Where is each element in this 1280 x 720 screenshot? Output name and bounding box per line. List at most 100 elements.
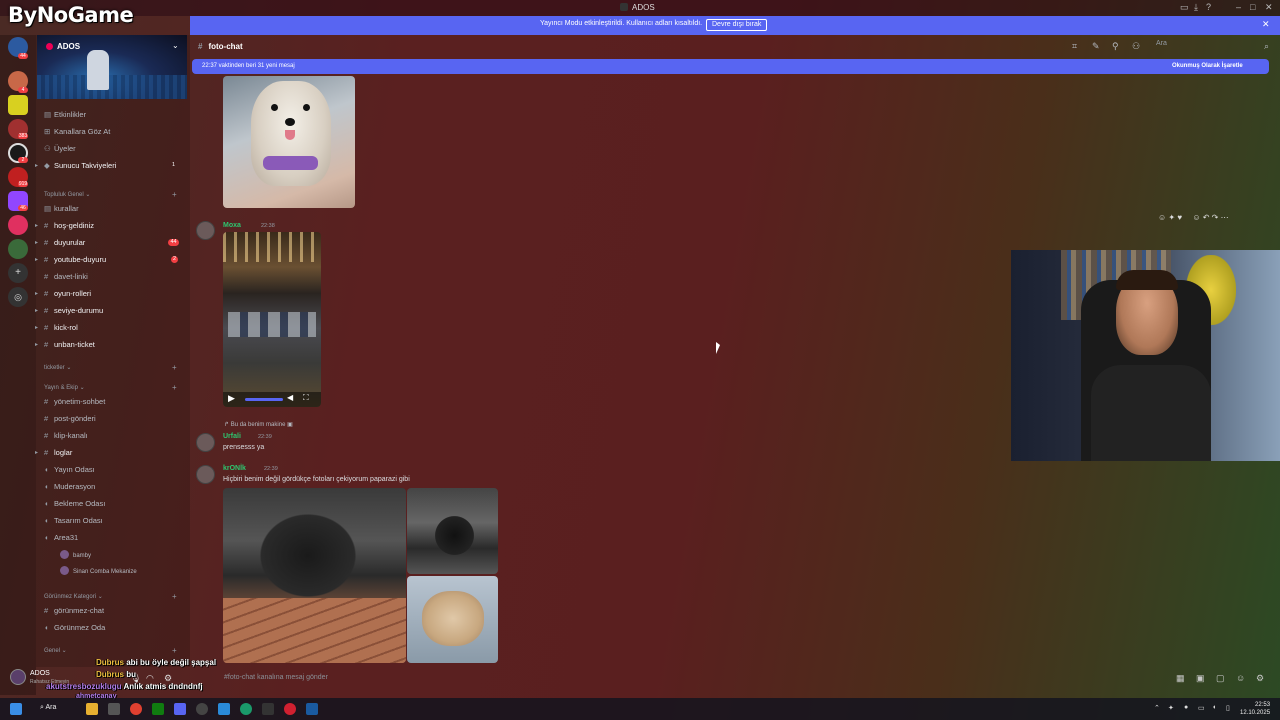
tray-icon[interactable]: ● — [1184, 704, 1188, 711]
close-window-button[interactable]: ✕ — [1265, 2, 1273, 13]
close-banner-icon[interactable]: ✕ — [1262, 19, 1270, 30]
server-name[interactable]: ADOS — [46, 42, 80, 51]
avatar[interactable] — [196, 465, 215, 484]
mark-as-read-button[interactable]: Okunmuş Olarak İşaretle — [1172, 63, 1243, 69]
message-input[interactable]: #foto-chat kanalına mesaj gönder — [224, 674, 328, 681]
channel-yonetim-sohbet[interactable]: # yönetim-sohbet — [44, 396, 105, 408]
network-icon[interactable]: ▭ — [1198, 704, 1205, 712]
play-icon[interactable]: ▶ — [228, 393, 235, 404]
channel-kick-rol[interactable]: ▸ # kick-rol — [35, 322, 78, 334]
app-icon[interactable] — [284, 703, 296, 715]
search-input[interactable]: Ara — [1148, 40, 1258, 52]
video-attachment[interactable]: ▶ ◀ ⛶ — [223, 232, 321, 407]
volume-icon[interactable]: ◀ — [287, 393, 293, 402]
notification-bell-icon[interactable]: ✎ — [1092, 41, 1100, 52]
category-topluluk[interactable]: Topluluk Genel ⌄ + — [44, 190, 177, 199]
channel-oyun-rolleri[interactable]: ▸ # oyun-rolleri — [35, 288, 91, 300]
add-channel-icon[interactable]: + — [172, 363, 177, 372]
add-server-icon[interactable]: + — [8, 263, 28, 283]
channel-duyurular[interactable]: ▸ # duyurular — [35, 237, 85, 249]
category-yayin-ekip[interactable]: Yayın & Ekip ⌄ + — [44, 383, 177, 392]
motorcycle-photo-attachment[interactable] — [407, 488, 498, 574]
members-list-icon[interactable]: ⚇ — [1132, 41, 1140, 52]
channel-hos-geldiniz[interactable]: ▸ # hoş-geldiniz — [35, 220, 94, 232]
video-progress[interactable] — [245, 398, 283, 401]
steam-icon[interactable] — [306, 703, 318, 715]
avatar[interactable] — [196, 221, 215, 240]
tray-chevron-icon[interactable]: ⌃ — [1154, 704, 1160, 712]
motorcycle-photo-attachment[interactable] — [223, 488, 406, 663]
xbox-icon[interactable] — [152, 703, 164, 715]
channel-unban-ticket[interactable]: ▸ # unban-ticket — [35, 339, 95, 351]
app-icon[interactable] — [196, 703, 208, 715]
voice-area31[interactable]: ◖ Area31 — [44, 532, 78, 544]
category-ticketler[interactable]: ticketler ⌄ + — [44, 363, 177, 372]
app-icon[interactable] — [262, 703, 274, 715]
message-author[interactable]: Moxa — [223, 222, 241, 229]
new-messages-bar[interactable]: 22:37 vaktinden beri 31 yeni mesaj Okunm… — [192, 59, 1269, 74]
inbox-icon[interactable]: ▭ — [1180, 2, 1189, 13]
category-gorunmez[interactable]: Görünmez Kategori ⌄ + — [44, 592, 177, 601]
folder-icon[interactable] — [86, 703, 98, 715]
cat-photo-attachment[interactable] — [407, 576, 498, 663]
more-options-icon[interactable]: ⋯ — [1221, 213, 1229, 222]
voice-gorunmez-oda[interactable]: ◖ Görünmez Oda — [44, 622, 105, 634]
reaction-emoji-icon[interactable]: ✦ — [1168, 213, 1175, 222]
sidebar-item-server-boosts[interactable]: ▸ ◆ Sunucu Takviyeleri — [35, 160, 116, 172]
whatsapp-icon[interactable] — [240, 703, 252, 715]
pin-icon[interactable]: ⚲ — [1112, 41, 1119, 52]
discord-icon[interactable] — [174, 703, 186, 715]
gift-icon[interactable]: ▦ — [1176, 673, 1185, 684]
voice-yayin-odasi[interactable]: ◖ Yayın Odası — [44, 464, 95, 476]
chrome-icon[interactable] — [130, 703, 142, 715]
channel-post-gonderi[interactable]: # post-gönderi — [44, 413, 96, 425]
help-icon[interactable]: ? — [1206, 2, 1211, 12]
avatar[interactable] — [196, 433, 215, 452]
channel-davet-linki[interactable]: # davet-linki — [44, 271, 88, 283]
add-channel-icon[interactable]: + — [172, 383, 177, 392]
voice-tasarim-odasi[interactable]: ◖ Tasarım Odası — [44, 515, 103, 527]
add-channel-icon[interactable]: + — [172, 592, 177, 601]
search-icon[interactable]: ⌕ — [1264, 41, 1269, 52]
disable-streamer-mode-button[interactable]: Devre dışı bırak — [706, 19, 768, 31]
message-composer[interactable]: #foto-chat kanalına mesaj gönder ▦ ▣ ▢ ☺… — [214, 668, 1274, 688]
add-channel-icon[interactable]: + — [172, 646, 177, 655]
channel-gorunmez-chat[interactable]: # görünmez-chat — [44, 605, 104, 617]
server-icon[interactable] — [8, 215, 28, 235]
volume-icon[interactable]: ◖ — [1212, 704, 1216, 711]
voice-user[interactable]: bamby — [60, 550, 91, 559]
voice-bekleme-odasi[interactable]: ◖ Bekleme Odası — [44, 498, 105, 510]
dog-photo-attachment[interactable] — [223, 76, 355, 208]
channel-klip-kanali[interactable]: # klip-kanalı — [44, 430, 88, 442]
reaction-emoji-icon[interactable]: ☺ — [1158, 213, 1166, 222]
battery-icon[interactable]: ▯ — [1226, 704, 1230, 712]
server-icon[interactable] — [8, 239, 28, 259]
add-channel-icon[interactable]: + — [172, 190, 177, 199]
voice-user[interactable]: Sinan Comba Mekanize — [60, 566, 137, 575]
emoji-icon[interactable]: ☺ — [1236, 673, 1245, 683]
download-icon[interactable]: ⤓ — [1194, 2, 1198, 13]
sidebar-item-events[interactable]: ▤ Etkinlikler — [44, 109, 86, 121]
add-reaction-icon[interactable]: ☺ — [1192, 213, 1200, 222]
voice-muderasyon[interactable]: ◖ Muderasyon — [44, 481, 95, 493]
minimize-button[interactable]: – — [1236, 2, 1241, 12]
chevron-down-icon[interactable]: ⌄ — [172, 41, 179, 50]
reply-icon[interactable]: ↶ — [1203, 213, 1210, 222]
gif-icon[interactable]: ▣ — [1196, 673, 1205, 684]
category-genel[interactable]: Genel ⌄ + — [44, 646, 177, 655]
message-author[interactable]: Urfali — [223, 433, 241, 440]
maximize-button[interactable]: □ — [1250, 2, 1255, 12]
sidebar-item-browse-channels[interactable]: ⊞ Kanallara Göz At — [44, 126, 110, 138]
tray-icon[interactable]: ✦ — [1168, 704, 1174, 712]
avatar[interactable] — [10, 669, 26, 685]
app-icon[interactable] — [218, 703, 230, 715]
taskbar-clock[interactable]: 22:53 12.10.2025 — [1240, 701, 1270, 717]
forward-icon[interactable]: ↷ — [1212, 213, 1219, 222]
app-icon[interactable] — [108, 703, 120, 715]
sidebar-item-members[interactable]: ⚇ Üyeler — [44, 143, 76, 155]
channel-youtube-duyuru[interactable]: ▸ # youtube-duyuru — [35, 254, 106, 266]
apps-icon[interactable]: ⚙ — [1256, 673, 1264, 684]
reply-preview[interactable]: ↱ Bu da benim makine ▣ — [224, 421, 293, 428]
taskbar-search[interactable]: ⌕ Ara — [40, 704, 56, 712]
fullscreen-icon[interactable]: ⛶ — [303, 393, 309, 403]
